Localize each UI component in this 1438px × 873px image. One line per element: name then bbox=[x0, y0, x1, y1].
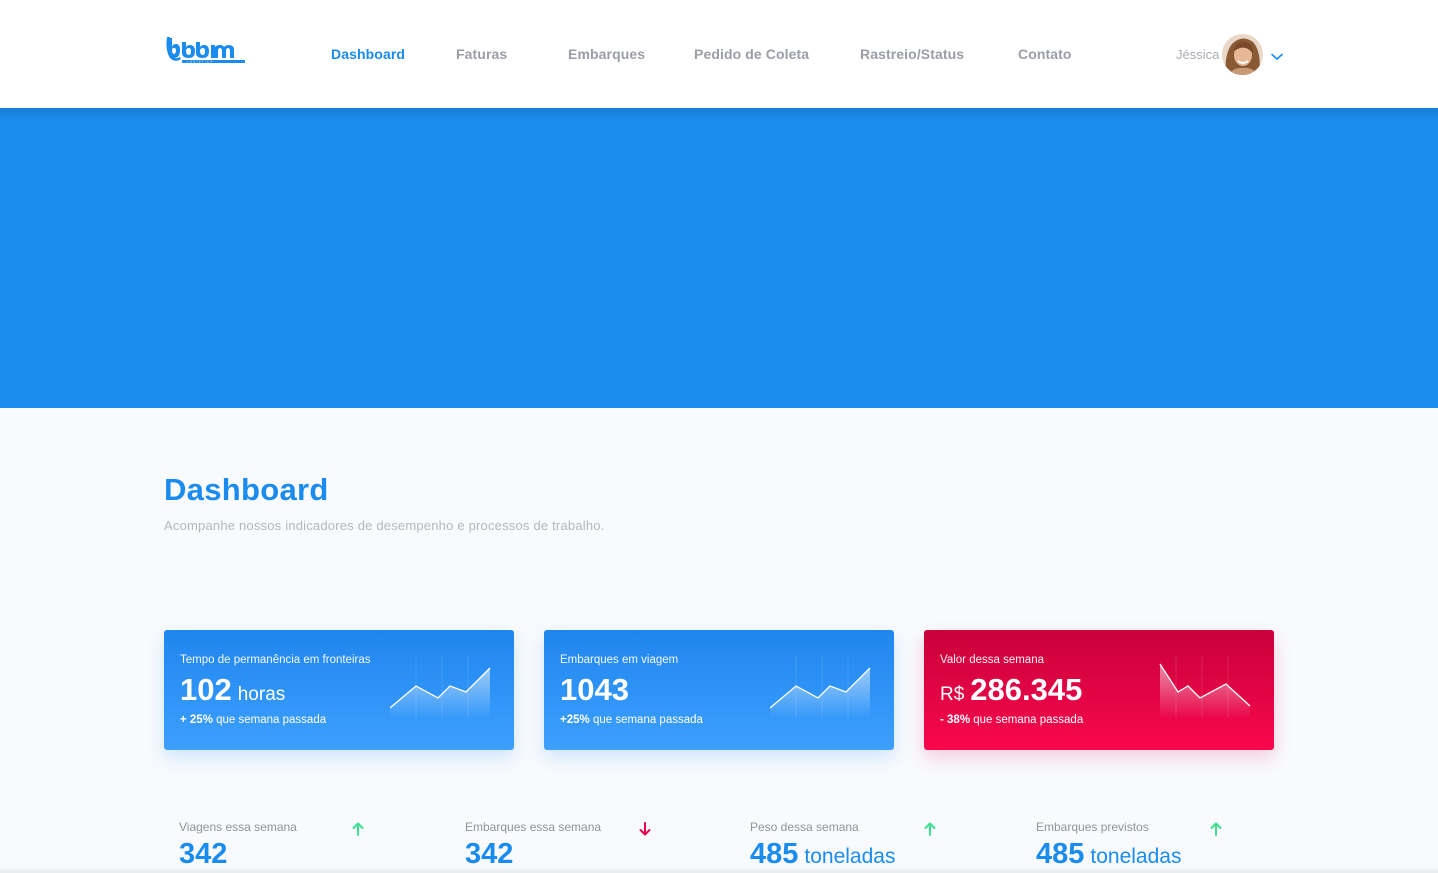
nav-embarques[interactable]: Embarques bbox=[568, 46, 645, 62]
stat-embarques-previstos: Embarques previstos 485 toneladas bbox=[1036, 818, 1276, 873]
user-avatar[interactable] bbox=[1222, 34, 1263, 75]
stat-label: Peso dessa semana bbox=[750, 820, 859, 834]
sparkline-up-icon bbox=[390, 656, 491, 718]
bbm-logo[interactable]: LOGÍSTICA bbox=[166, 36, 246, 64]
bbm-logo-icon: LOGÍSTICA bbox=[166, 37, 245, 63]
kpi-card-change: + 25% que semana passada bbox=[180, 714, 326, 726]
stat-unit: toneladas bbox=[1090, 845, 1182, 868]
sparkline-up-icon bbox=[770, 656, 871, 718]
nav-contato[interactable]: Contato bbox=[1018, 46, 1072, 62]
kpi-card-value: R$ 286.345 bbox=[940, 672, 1082, 708]
svg-text:LOGÍSTICA: LOGÍSTICA bbox=[187, 58, 214, 63]
kpi-card-value: 102 horas bbox=[180, 672, 285, 708]
stat-unit: toneladas bbox=[804, 845, 896, 868]
arrow-up-icon bbox=[1210, 822, 1222, 836]
kpi-card-change-percent: - 38% bbox=[940, 714, 971, 726]
kpi-card-tempo-permanencia[interactable]: Tempo de permanência em fronteiras 102 ho… bbox=[164, 630, 514, 750]
kpi-card-number: 102 bbox=[180, 672, 232, 707]
kpi-card-embarques-viagem[interactable]: Embarques em viagem 1043 +25% que semana… bbox=[544, 630, 894, 750]
kpi-card-change-text: que semana passada bbox=[216, 714, 327, 726]
top-navigation-bar: LOGÍSTICA Dashboard Faturas Embarques Pe… bbox=[0, 0, 1438, 108]
kpi-card-label: Tempo de permanência em fronteiras bbox=[180, 654, 371, 666]
kpi-card-number: 1043 bbox=[560, 672, 629, 707]
arrow-up-icon bbox=[352, 822, 364, 836]
stat-embarques-semana: Embarques essa semana 342 bbox=[465, 818, 705, 873]
kpi-card-number: 286.345 bbox=[970, 672, 1083, 707]
arrow-down-icon bbox=[639, 822, 651, 836]
kpi-card-change-text: que semana passada bbox=[973, 714, 1084, 726]
kpi-card-change-text: que semana passada bbox=[592, 714, 703, 726]
page-subtitle: Acompanhe nossos indicadores de desempen… bbox=[164, 518, 605, 533]
kpi-card-change-percent: +25% bbox=[560, 714, 590, 726]
kpi-card-unit: horas bbox=[237, 684, 286, 705]
kpi-card-label: Valor dessa semana bbox=[940, 654, 1044, 666]
kpi-card-change: +25% que semana passada bbox=[560, 714, 703, 726]
nav-dashboard[interactable]: Dashboard bbox=[331, 46, 405, 62]
kpi-card-valor-semana[interactable]: Valor dessa semana R$ 286.345 - 38% que s… bbox=[924, 630, 1274, 750]
user-avatar-icon bbox=[1222, 34, 1263, 75]
kpi-card-label: Embarques em viagem bbox=[560, 654, 679, 666]
nav-faturas[interactable]: Faturas bbox=[456, 46, 507, 62]
hero-top-shadow bbox=[0, 108, 1438, 122]
user-name[interactable]: Jéssica bbox=[1176, 47, 1219, 62]
sparkline-down-icon bbox=[1159, 656, 1251, 718]
kpi-card-change-percent: + 25% bbox=[180, 714, 213, 726]
stat-label: Embarques essa semana bbox=[465, 820, 602, 834]
page-title: Dashboard bbox=[164, 472, 329, 507]
kpi-card-currency: R$ bbox=[940, 684, 965, 705]
chevron-down-icon[interactable] bbox=[1270, 47, 1284, 61]
stat-peso-semana: Peso dessa semana 485 toneladas bbox=[750, 818, 990, 873]
nav-rastreio-status[interactable]: Rastreio/Status bbox=[860, 46, 964, 62]
stat-label: Embarques previstos bbox=[1036, 820, 1149, 834]
stat-label: Viagens essa semana bbox=[179, 820, 297, 834]
nav-pedido-de-coleta[interactable]: Pedido de Coleta bbox=[694, 46, 809, 62]
kpi-card-change: - 38% que semana passada bbox=[940, 714, 1083, 726]
hero-banner bbox=[0, 108, 1438, 408]
stat-viagens-semana: Viagens essa semana 342 bbox=[179, 818, 419, 873]
arrow-up-icon bbox=[924, 822, 936, 836]
bottom-scroll-shadow bbox=[0, 866, 1438, 873]
kpi-card-value: 1043 bbox=[560, 672, 629, 708]
